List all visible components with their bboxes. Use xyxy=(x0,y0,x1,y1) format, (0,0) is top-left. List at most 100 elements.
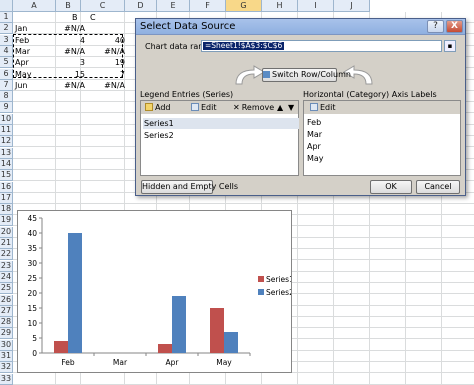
row-header[interactable]: 29 xyxy=(0,328,13,340)
edit-icon xyxy=(191,103,199,111)
add-series-button[interactable]: Add xyxy=(145,101,171,114)
row-header[interactable]: 13 xyxy=(0,147,13,159)
series-list[interactable]: Series1 Series2 xyxy=(141,116,299,175)
axis-edit-label: Edit xyxy=(320,103,336,112)
column-header[interactable]: F xyxy=(190,0,226,12)
column-header[interactable]: J xyxy=(334,0,370,12)
column-header[interactable]: I xyxy=(298,0,334,12)
cell-c1[interactable]: C xyxy=(90,12,96,23)
row-header[interactable]: 23 xyxy=(0,260,13,272)
legend-entries-panel[interactable]: Add Edit ✕ Remove ▲ ▼ Series1 Series2 xyxy=(140,100,299,176)
column-header[interactable]: A xyxy=(13,0,56,12)
x-tick-label: Apr xyxy=(166,358,180,367)
bar-series1 xyxy=(210,308,224,353)
column-header[interactable]: B xyxy=(56,0,81,12)
select-data-source-dialog[interactable]: Select Data Source ? X Chart data range:… xyxy=(135,18,466,196)
row-header[interactable]: 3 xyxy=(0,34,13,46)
cell-a[interactable]: Jun xyxy=(15,80,28,91)
row-header[interactable]: 5 xyxy=(0,57,13,69)
y-tick-label: 5 xyxy=(32,334,37,343)
row-header[interactable]: 24 xyxy=(0,271,13,283)
add-icon xyxy=(145,103,153,111)
move-up-icon: ▲ xyxy=(277,103,284,112)
close-button[interactable]: X xyxy=(446,20,463,33)
add-label: Add xyxy=(155,103,171,112)
legend-toolbar: Add Edit ✕ Remove ▲ ▼ xyxy=(141,101,298,114)
row-header[interactable]: 28 xyxy=(0,317,13,329)
move-up-button[interactable]: ▲ xyxy=(277,101,283,114)
x-tick-label: May xyxy=(216,358,232,367)
series-item[interactable]: Series2 xyxy=(143,130,294,141)
row-header[interactable]: 26 xyxy=(0,294,13,306)
row-header[interactable]: 18 xyxy=(0,204,13,216)
y-tick-label: 35 xyxy=(27,244,37,253)
axis-labels-panel[interactable]: Edit Feb Mar Apr May xyxy=(303,100,461,176)
y-tick-label: 0 xyxy=(32,349,37,358)
y-tick-label: 10 xyxy=(27,319,37,328)
cancel-button[interactable]: Cancel xyxy=(416,180,460,194)
category-item[interactable]: Apr xyxy=(306,141,457,152)
axis-labels-header: Horizontal (Category) Axis Labels xyxy=(303,90,437,99)
row-header[interactable]: 12 xyxy=(0,136,13,148)
category-list[interactable]: Feb Mar Apr May xyxy=(304,116,460,175)
cell-b1[interactable]: B xyxy=(72,12,78,23)
category-item[interactable]: May xyxy=(306,153,457,164)
switch-row-column-label: Switch Row/Column xyxy=(272,70,351,79)
x-tick-label: Feb xyxy=(61,358,75,367)
chart-svg: 0 5 10 15 20 25 30 35 40 45 Feb Mar Apr May Series1 Ser… xyxy=(27,214,294,367)
row-header[interactable]: 20 xyxy=(0,226,13,238)
row-header[interactable]: 33 xyxy=(0,373,13,385)
row-header[interactable]: 7 xyxy=(0,79,13,91)
row-header[interactable]: 6 xyxy=(0,68,13,80)
series-item[interactable]: Series1 xyxy=(143,118,299,129)
row-header[interactable]: 31 xyxy=(0,351,13,362)
row-header[interactable]: 27 xyxy=(0,305,13,317)
row-header[interactable]: 8 xyxy=(0,91,13,103)
help-button[interactable]: ? xyxy=(427,20,444,33)
category-item[interactable]: Mar xyxy=(306,129,457,140)
row-header[interactable]: 21 xyxy=(0,238,13,249)
bar-series2 xyxy=(68,233,82,353)
column-header[interactable]: G xyxy=(226,0,262,12)
cell-c[interactable] xyxy=(81,23,125,34)
row-header[interactable]: 9 xyxy=(0,102,13,114)
row-header[interactable]: 2 xyxy=(0,23,13,35)
range-input[interactable]: =Sheet1!$A$3:$C$6 xyxy=(201,40,442,52)
edit-axis-labels-button[interactable]: Edit xyxy=(310,101,336,114)
y-tick-label: 30 xyxy=(27,259,37,268)
move-down-button[interactable]: ▼ xyxy=(288,101,294,114)
row-header[interactable]: 17 xyxy=(0,192,13,204)
switch-row-column-button[interactable]: Switch Row/Column xyxy=(262,68,351,82)
row-header[interactable]: 15 xyxy=(0,170,13,182)
category-item[interactable]: Feb xyxy=(306,117,457,128)
remove-icon: ✕ xyxy=(233,103,240,112)
collapse-dialog-icon[interactable]: ▪ xyxy=(444,40,456,52)
row-header[interactable]: 19 xyxy=(0,215,13,227)
row-header[interactable]: 1 xyxy=(0,12,13,23)
column-header[interactable]: H xyxy=(262,0,298,12)
row-header[interactable]: 16 xyxy=(0,181,13,193)
bar-series1 xyxy=(54,341,68,353)
column-header[interactable]: C xyxy=(81,0,125,12)
row-header[interactable]: 32 xyxy=(0,362,13,374)
chart[interactable]: 0 5 10 15 20 25 30 35 40 45 Feb Mar Apr May Series1 Ser… xyxy=(17,210,294,373)
row-header[interactable]: 10 xyxy=(0,113,13,125)
row-header[interactable]: 11 xyxy=(0,125,13,136)
hidden-empty-cells-button[interactable]: Hidden and Empty Cells xyxy=(141,180,238,194)
x-tick-label: Mar xyxy=(113,358,128,367)
column-header[interactable]: E xyxy=(157,0,190,12)
row-header[interactable]: 4 xyxy=(0,45,13,57)
row-header[interactable]: 30 xyxy=(0,339,13,351)
row-header[interactable]: 22 xyxy=(0,249,13,261)
ok-button[interactable]: OK xyxy=(370,180,412,194)
cell-c[interactable]: #N/A xyxy=(81,80,125,91)
remove-series-button[interactable]: ✕ Remove xyxy=(233,101,274,114)
column-header[interactable]: D xyxy=(125,0,157,12)
remove-label: Remove xyxy=(241,103,275,112)
row-header[interactable]: 25 xyxy=(0,283,13,295)
edit-series-button[interactable]: Edit xyxy=(191,101,217,114)
row-header[interactable]: 14 xyxy=(0,158,13,170)
cell-a[interactable]: Jan xyxy=(15,23,27,34)
select-all-corner[interactable] xyxy=(0,0,13,12)
dialog-titlebar[interactable]: Select Data Source ? X xyxy=(136,19,465,35)
